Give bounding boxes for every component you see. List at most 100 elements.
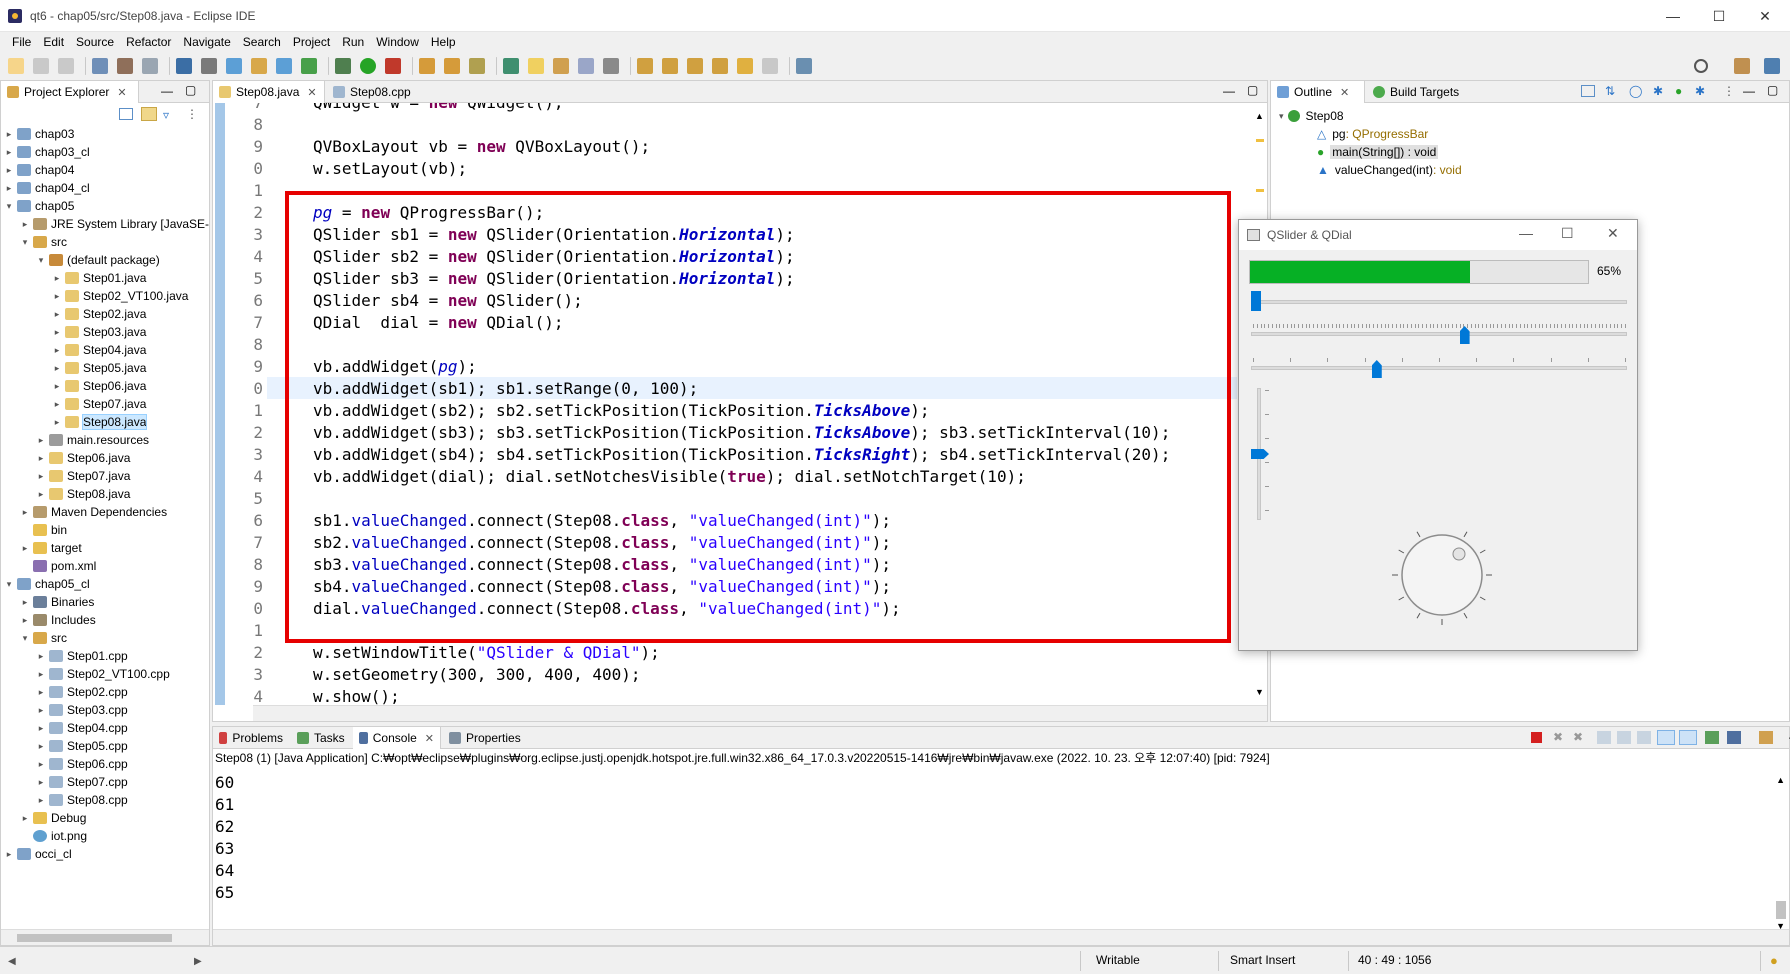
list-item[interactable]: ▸ Step01.java <box>51 269 147 287</box>
tab-outline[interactable]: Outline ✕ <box>1271 81 1365 103</box>
build-icon[interactable] <box>117 58 133 74</box>
list-item[interactable]: ▸ target <box>19 539 82 557</box>
list-item[interactable]: ▸ Maven Dependencies <box>19 503 167 521</box>
close-icon[interactable]: ✕ <box>117 86 126 99</box>
list-item[interactable]: iot.png <box>19 827 87 845</box>
list-item[interactable]: ▸ Step04.cpp <box>35 719 128 737</box>
link-editor-icon[interactable] <box>141 107 157 121</box>
minimize-icon[interactable]: — <box>161 84 173 98</box>
slider-handle[interactable] <box>1459 326 1470 344</box>
debug-icon[interactable] <box>335 58 351 74</box>
save-all-icon[interactable] <box>58 58 74 74</box>
menu-search[interactable]: Search <box>237 35 287 49</box>
tab-properties[interactable]: Properties <box>443 727 527 749</box>
menu-navigate[interactable]: Navigate <box>177 35 236 49</box>
last-edit-icon[interactable] <box>687 58 703 74</box>
menu-window[interactable]: Window <box>370 35 425 49</box>
scrollbar-thumb[interactable] <box>17 934 172 942</box>
new-class-icon[interactable] <box>276 58 292 74</box>
editor-horizontal-scrollbar[interactable] <box>253 705 1267 721</box>
scroll-up-icon[interactable]: ▲ <box>1776 775 1785 785</box>
code-line[interactable]: w.setGeometry(300, 300, 400, 400); <box>313 665 641 684</box>
list-item[interactable]: bin <box>19 521 67 539</box>
show-stderr-icon[interactable] <box>1679 730 1697 745</box>
list-item[interactable]: ▸ Step02.cpp <box>35 683 128 701</box>
maximize-icon[interactable]: ▢ <box>185 83 196 97</box>
build-all-icon[interactable] <box>142 58 158 74</box>
slider-handle[interactable] <box>1251 449 1269 459</box>
menu-source[interactable]: Source <box>70 35 120 49</box>
outline-class[interactable]: ▾ Step08 <box>1279 107 1344 125</box>
list-item[interactable]: ▾ chap05_cl <box>3 575 90 593</box>
scroll-up-icon[interactable]: ▲ <box>1255 111 1264 121</box>
block-select-icon[interactable] <box>578 58 594 74</box>
list-item[interactable]: ▸ Step08.cpp <box>35 791 128 809</box>
list-item[interactable]: ▸ Step05.java <box>51 359 147 377</box>
close-icon[interactable]: ✕ <box>1607 225 1619 242</box>
list-item[interactable]: ▸ chap03_cl <box>3 143 90 161</box>
code-line[interactable]: QVBoxLayout vb = new QVBoxLayout(); <box>313 137 650 156</box>
list-item[interactable]: ▸ JRE System Library [JavaSE- <box>19 215 209 233</box>
new-package-icon[interactable] <box>226 58 242 74</box>
slider-handle[interactable] <box>1371 360 1382 378</box>
warning-marker[interactable] <box>1256 139 1264 142</box>
java-perspective-icon[interactable] <box>1764 58 1780 74</box>
tab-tasks[interactable]: Tasks <box>291 727 351 749</box>
list-item[interactable]: ▸ Step03.cpp <box>35 701 128 719</box>
slider-horizontal-1[interactable] <box>1251 300 1627 304</box>
close-icon[interactable]: ✕ <box>307 86 316 99</box>
tab-console[interactable]: Console ✕ <box>353 727 441 749</box>
search-icon[interactable] <box>1694 59 1708 73</box>
list-item[interactable]: ▸ Step08.java <box>35 485 131 503</box>
pin-editor-icon[interactable] <box>796 58 812 74</box>
close-icon[interactable]: ✕ <box>1340 86 1349 99</box>
tab-problems[interactable]: Problems <box>213 727 289 749</box>
sort-icon[interactable]: ⇅ <box>1605 84 1615 98</box>
collapse-all-icon[interactable] <box>1581 85 1595 97</box>
toggle-mark-icon[interactable] <box>553 58 569 74</box>
list-item[interactable]: ▸ chap04_cl <box>3 179 90 197</box>
show-stdout-icon[interactable] <box>1657 730 1675 745</box>
forward-edit-icon[interactable] <box>712 58 728 74</box>
filter-icon[interactable]: ▿ <box>163 108 169 122</box>
close-icon[interactable]: ✕ <box>425 732 434 745</box>
minimize-icon[interactable]: — <box>1650 0 1696 32</box>
menu-edit[interactable]: Edit <box>37 35 70 49</box>
maximize-icon[interactable]: ☐ <box>1561 225 1574 242</box>
list-item[interactable]: ▸ Step05.cpp <box>35 737 128 755</box>
settings-icon[interactable] <box>92 58 108 74</box>
back-icon[interactable] <box>737 58 753 74</box>
pilcrow-icon[interactable] <box>603 58 619 74</box>
scroll-down-icon[interactable]: ▼ <box>1255 687 1264 697</box>
menu-help[interactable]: Help <box>425 35 462 49</box>
warning-marker[interactable] <box>1256 189 1264 192</box>
code-line[interactable]: QWidget w = new QWidget(); <box>313 103 563 112</box>
list-item[interactable]: ▸ Step02.java <box>51 305 147 323</box>
list-item[interactable]: ▸ Debug <box>19 809 87 827</box>
slider-handle[interactable] <box>1251 291 1261 311</box>
list-item[interactable]: ▸ Binaries <box>19 593 95 611</box>
list-item[interactable]: ▸ Step06.java <box>35 449 131 467</box>
run-icon[interactable] <box>360 58 376 74</box>
tab-build-targets[interactable]: Build Targets <box>1367 81 1487 103</box>
list-item[interactable]: ▸ Step07.java <box>51 395 147 413</box>
new-icon[interactable] <box>8 58 24 74</box>
word-wrap-icon[interactable] <box>1637 731 1651 744</box>
open-task-icon[interactable] <box>444 58 460 74</box>
list-item[interactable]: ▾ src <box>19 233 67 251</box>
list-item[interactable]: ▸ occi_cl <box>3 845 72 863</box>
explorer-horizontal-scrollbar[interactable] <box>1 929 209 945</box>
hide-fields-icon[interactable]: ◯ <box>1629 84 1642 98</box>
list-item[interactable]: ▸ Step02_VT100.cpp <box>35 665 170 683</box>
terminal-icon[interactable] <box>176 58 192 74</box>
pen-icon[interactable] <box>469 58 485 74</box>
view-menu-icon[interactable]: ⋮ <box>1723 84 1735 98</box>
close-icon[interactable]: ✕ <box>1742 0 1788 32</box>
menu-refactor[interactable]: Refactor <box>120 35 177 49</box>
open-perspective-icon[interactable] <box>1734 58 1750 74</box>
code-line[interactable]: w.setLayout(vb); <box>313 159 467 178</box>
terminate-icon[interactable] <box>1531 732 1542 743</box>
remove-launch-icon[interactable]: ✖ <box>1553 730 1563 744</box>
code-line[interactable]: w.show(); <box>313 687 400 705</box>
menu-project[interactable]: Project <box>287 35 336 49</box>
